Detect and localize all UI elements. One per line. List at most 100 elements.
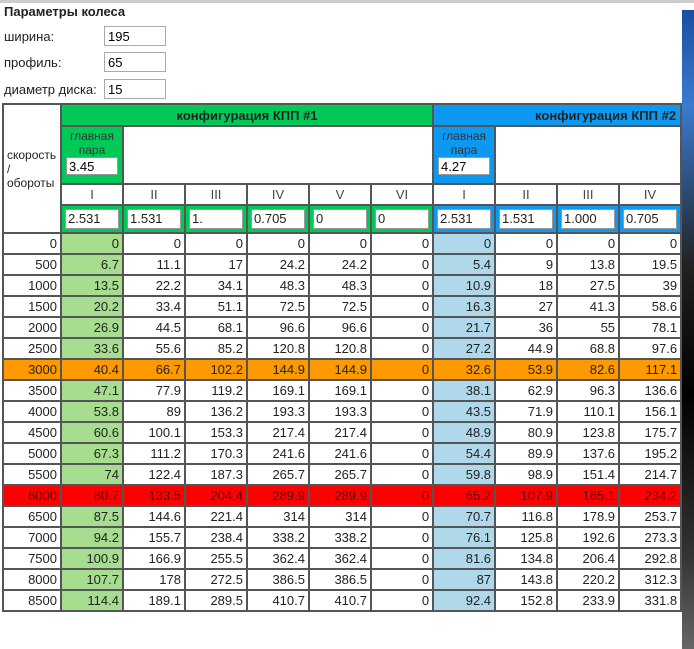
config2-gear-label: I bbox=[432, 183, 497, 206]
config2-ratio-input[interactable]: 0.705 bbox=[623, 209, 678, 229]
config1-gear-label: I bbox=[60, 183, 124, 206]
config2-ratio-input[interactable]: 1.531 bbox=[499, 209, 554, 229]
speed-cell: 0 bbox=[369, 589, 435, 612]
speed-cell: 53.8 bbox=[60, 400, 124, 423]
speed-cell: 116.8 bbox=[494, 505, 559, 528]
wheel-params-title: Параметры колеса bbox=[4, 4, 126, 19]
rim-diameter-input[interactable] bbox=[104, 79, 166, 99]
speed-cell: 241.6 bbox=[246, 442, 310, 465]
speed-cell: 78.1 bbox=[618, 316, 683, 339]
speed-cell: 233.9 bbox=[556, 589, 621, 612]
speed-cell: 144.6 bbox=[122, 505, 186, 528]
profile-input[interactable] bbox=[104, 52, 166, 72]
table-row: 3000 40.4 66.7 102.2 144.9 144.9 0 32.6 53.9 82.6… bbox=[2, 358, 683, 381]
speed-cell: 217.4 bbox=[246, 421, 310, 444]
config2-ratio-cell: 2.531 bbox=[432, 204, 497, 234]
table-body: 0 0 0 0 0 0 0 0 0 0 0 500 6.7 11.1 17 24.2 24.2 0 5.4 9 13.8… bbox=[2, 232, 683, 612]
speed-cell: 44.9 bbox=[494, 337, 559, 360]
speed-cell: 0 bbox=[369, 295, 435, 318]
speed-cell: 92.4 bbox=[432, 589, 497, 612]
speed-cell: 98.9 bbox=[494, 463, 559, 486]
speed-cell: 331.8 bbox=[618, 589, 683, 612]
speed-cell: 238.4 bbox=[184, 526, 248, 549]
config1-ratio-cell: 0 bbox=[308, 204, 372, 234]
config2-ratio-input[interactable]: 1.000 bbox=[561, 209, 616, 229]
speed-cell: 0 bbox=[60, 232, 124, 255]
speed-cell: 66.7 bbox=[122, 358, 186, 381]
speed-cell: 32.6 bbox=[432, 358, 497, 381]
speed-cell: 338.2 bbox=[308, 526, 372, 549]
speed-cell: 89 bbox=[122, 400, 186, 423]
config2-gear-label: II bbox=[494, 183, 559, 206]
speed-cell: 80.9 bbox=[494, 421, 559, 444]
table-row: 7000 94.2 155.7 238.4 338.2 338.2 0 76.1 125.8 19… bbox=[2, 526, 683, 549]
speed-cell: 55.6 bbox=[122, 337, 186, 360]
speed-cell: 122.4 bbox=[122, 463, 186, 486]
speed-cell: 44.5 bbox=[122, 316, 186, 339]
speed-cell: 289.9 bbox=[308, 484, 372, 507]
table-row: 4000 53.8 89 136.2 193.3 193.3 0 43.5 71.9 110.1 1… bbox=[2, 400, 683, 423]
config1-main-input[interactable] bbox=[66, 157, 118, 175]
config1-gear-label: VI bbox=[369, 183, 435, 206]
config1-ratio-cell: 1.531 bbox=[122, 204, 186, 234]
speed-cell: 253.7 bbox=[618, 505, 683, 528]
speed-cell: 220.2 bbox=[556, 568, 621, 591]
speed-cell: 170.3 bbox=[184, 442, 248, 465]
speed-cell: 221.4 bbox=[184, 505, 248, 528]
speed-cell: 137.6 bbox=[556, 442, 621, 465]
speed-cell: 193.3 bbox=[308, 400, 372, 423]
speed-cell: 410.7 bbox=[246, 589, 310, 612]
speed-cell: 195.2 bbox=[618, 442, 683, 465]
speed-cell: 178 bbox=[122, 568, 186, 591]
speed-cell: 272.5 bbox=[184, 568, 248, 591]
config2-ratio-cell: 1.000 bbox=[556, 204, 621, 234]
speed-cell: 338.2 bbox=[246, 526, 310, 549]
config1-ratio-input[interactable]: 0 bbox=[313, 209, 367, 229]
speed-cell: 0 bbox=[184, 232, 248, 255]
rpm-cell: 5000 bbox=[2, 442, 62, 465]
config1-ratio-input[interactable]: 0.705 bbox=[251, 209, 305, 229]
table-row: 1000 13.5 22.2 34.1 48.3 48.3 0 10.9 18 27.5 39 bbox=[2, 274, 683, 297]
speed-cell: 166.9 bbox=[122, 547, 186, 570]
window-top-border bbox=[0, 0, 694, 3]
speed-cell: 117.1 bbox=[618, 358, 683, 381]
speed-cell: 100.1 bbox=[122, 421, 186, 444]
config1-main-pair: главная пара bbox=[60, 125, 124, 185]
speed-cell: 133.5 bbox=[122, 484, 186, 507]
config2-main-input[interactable] bbox=[438, 157, 491, 175]
width-input[interactable] bbox=[104, 26, 166, 46]
speed-cell: 60.6 bbox=[60, 421, 124, 444]
speed-cell: 26.9 bbox=[60, 316, 124, 339]
config1-ratio-cell: 0.705 bbox=[246, 204, 310, 234]
speed-table: скорость / обороты конфигурация КПП #1 к… bbox=[2, 103, 683, 612]
speed-cell: 36 bbox=[494, 316, 559, 339]
config1-gear-label: II bbox=[122, 183, 186, 206]
speed-cell: 155.7 bbox=[122, 526, 186, 549]
rpm-cell: 2500 bbox=[2, 337, 62, 360]
speed-cell: 110.1 bbox=[556, 400, 621, 423]
speed-cell: 120.8 bbox=[246, 337, 310, 360]
config1-ratio-input[interactable]: 0 bbox=[375, 209, 430, 229]
speed-cell: 0 bbox=[246, 232, 310, 255]
table-row: 500 6.7 11.1 17 24.2 24.2 0 5.4 9 13.8 19.5 bbox=[2, 253, 683, 276]
speed-cell: 0 bbox=[369, 526, 435, 549]
speed-cell: 152.8 bbox=[494, 589, 559, 612]
rpm-cell: 8500 bbox=[2, 589, 62, 612]
speed-cell: 48.9 bbox=[432, 421, 497, 444]
speed-cell: 33.6 bbox=[60, 337, 124, 360]
speed-cell: 0 bbox=[369, 463, 435, 486]
speed-cell: 123.8 bbox=[556, 421, 621, 444]
speed-cell: 0 bbox=[369, 547, 435, 570]
speed-cell: 20.2 bbox=[60, 295, 124, 318]
config1-ratio-input[interactable]: 1. bbox=[189, 209, 243, 229]
speed-cell: 65.2 bbox=[432, 484, 497, 507]
config2-ratio-input[interactable]: 2.531 bbox=[437, 209, 492, 229]
config2-spacer bbox=[494, 125, 683, 185]
config1-ratio-input[interactable]: 2.531 bbox=[65, 209, 119, 229]
speed-cell: 70.7 bbox=[432, 505, 497, 528]
config2-gear-label: IV bbox=[618, 183, 683, 206]
speed-cell: 0 bbox=[369, 400, 435, 423]
config1-ratio-input[interactable]: 1.531 bbox=[127, 209, 181, 229]
speed-cell: 62.9 bbox=[494, 379, 559, 402]
rpm-cell: 3000 bbox=[2, 358, 62, 381]
